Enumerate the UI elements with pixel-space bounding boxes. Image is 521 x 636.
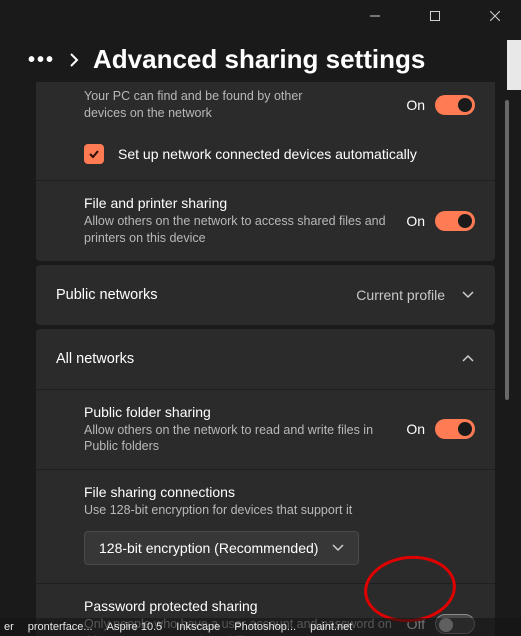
minimize-icon — [370, 11, 380, 21]
public-folder-sharing-row: Public folder sharing Allow others on th… — [36, 390, 495, 470]
network-discovery-desc: Your PC can find and be found by other d… — [84, 88, 392, 122]
file-sharing-conn-desc: Use 128-bit encryption for devices that … — [84, 502, 475, 519]
auto-setup-checkbox[interactable] — [84, 144, 104, 164]
file-printer-sharing-row: File and printer sharing Allow others on… — [36, 181, 495, 261]
public-networks-section: Public networks Current profile — [36, 265, 495, 325]
auto-setup-label: Set up network connected devices automat… — [118, 146, 417, 162]
public-folder-title: Public folder sharing — [84, 404, 392, 420]
taskbar-item[interactable]: pronterface... — [28, 621, 93, 633]
encryption-dropdown[interactable]: 128-bit encryption (Recommended) — [84, 531, 359, 565]
taskbar-item[interactable]: Aspire 10.5 — [107, 621, 163, 633]
public-folder-toggle[interactable] — [435, 419, 475, 439]
taskbar-item[interactable]: Inkscape — [176, 621, 220, 633]
public-networks-header[interactable]: Public networks Current profile — [36, 265, 495, 325]
current-profile-badge: Current profile — [356, 287, 445, 303]
file-printer-title: File and printer sharing — [84, 195, 392, 211]
chevron-up-icon — [461, 354, 475, 364]
chevron-down-icon — [332, 544, 344, 552]
content-scroll[interactable]: Your PC can find and be found by other d… — [36, 82, 503, 636]
network-discovery-row: Your PC can find and be found by other d… — [36, 82, 495, 136]
more-icon[interactable]: ••• — [28, 50, 55, 70]
file-printer-state: On — [406, 213, 425, 229]
public-networks-title: Public networks — [56, 287, 158, 303]
public-folder-state: On — [406, 421, 425, 437]
file-sharing-conn-title: File sharing connections — [84, 484, 475, 500]
maximize-icon — [430, 11, 440, 21]
taskbar-item[interactable]: er — [4, 621, 14, 633]
file-printer-desc: Allow others on the network to access sh… — [84, 213, 392, 247]
public-folder-desc: Allow others on the network to read and … — [84, 422, 392, 456]
all-networks-section: All networks Public folder sharing Allow… — [36, 329, 495, 636]
taskbar[interactable]: er pronterface... Aspire 10.5 Inkscape P… — [0, 618, 521, 636]
all-networks-header[interactable]: All networks — [36, 329, 495, 389]
page-title: Advanced sharing settings — [93, 44, 425, 75]
encryption-dropdown-value: 128-bit encryption (Recommended) — [99, 540, 318, 556]
checkmark-icon — [88, 148, 100, 160]
breadcrumb-chevron-icon — [69, 53, 79, 67]
close-icon — [490, 11, 500, 21]
window-titlebar — [0, 0, 521, 32]
taskbar-item[interactable]: paint.net — [310, 621, 352, 633]
chevron-down-icon — [461, 290, 475, 300]
maximize-button[interactable] — [413, 2, 457, 30]
close-button[interactable] — [473, 2, 517, 30]
private-networks-card: Your PC can find and be found by other d… — [36, 82, 495, 261]
taskbar-item[interactable]: Photoshop... — [234, 621, 296, 633]
network-discovery-toggle[interactable] — [435, 95, 475, 115]
minimize-button[interactable] — [353, 2, 397, 30]
network-discovery-state: On — [406, 97, 425, 113]
password-protected-title: Password protected sharing — [84, 598, 393, 614]
side-accent — [507, 40, 521, 90]
auto-setup-row[interactable]: Set up network connected devices automat… — [36, 136, 495, 180]
file-printer-toggle[interactable] — [435, 211, 475, 231]
scrollbar-thumb[interactable] — [505, 100, 509, 400]
all-networks-title: All networks — [56, 351, 134, 367]
file-sharing-connections-row: File sharing connections Use 128-bit enc… — [36, 470, 495, 583]
